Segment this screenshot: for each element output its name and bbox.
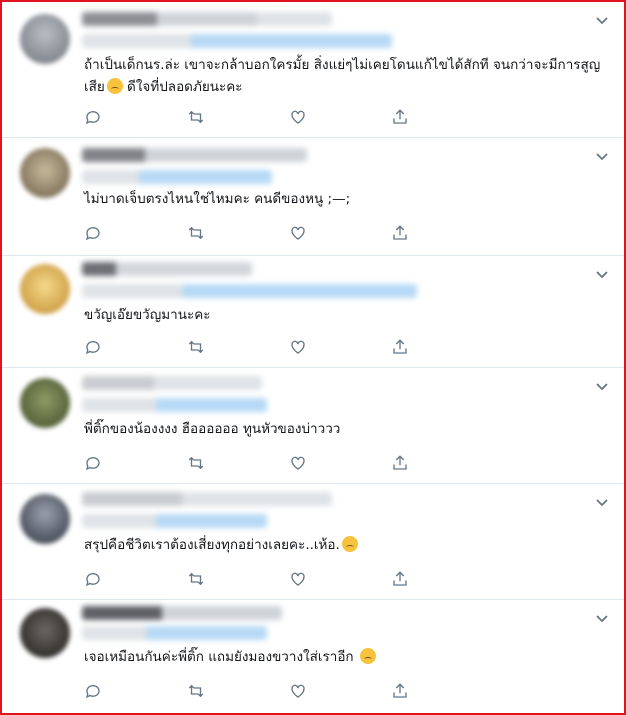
smirk-emoji-icon <box>359 648 376 664</box>
blurred-reply-to[interactable] <box>82 398 267 412</box>
tweet-actions <box>82 222 422 244</box>
tweet-6[interactable]: เจอเหมือนกันค่ะพี่ติ๊ก แถมยังมองขวางใส่เ… <box>2 600 624 713</box>
blurred-username[interactable] <box>82 606 282 620</box>
tweet-4[interactable]: พี่ติ๊กของน้องงงง ฮืออออออ ทูนหัวของบ่าว… <box>2 368 624 484</box>
tweet-1[interactable]: ถ้าเป็นเด็กนร.ล่ะ เขาจะกล้าบอกใครมั้ย สิ… <box>2 2 624 138</box>
reply-feed: ถ้าเป็นเด็กนร.ล่ะ เขาจะกล้าบอกใครมั้ย สิ… <box>2 2 624 713</box>
chevron-down-icon[interactable] <box>594 494 610 507</box>
reply-icon[interactable] <box>82 452 104 474</box>
blurred-username[interactable] <box>82 492 332 506</box>
tweet-text: ถ้าเป็นเด็กนร.ล่ะ เขาจะกล้าบอกใครมั้ย สิ… <box>84 54 606 98</box>
blurred-reply-to[interactable] <box>82 626 267 640</box>
sad-emoji-icon <box>341 536 358 552</box>
share-icon[interactable] <box>389 680 411 702</box>
tweet-3[interactable]: ขวัญเอ๊ยขวัญมานะคะ <box>2 256 624 368</box>
heart-icon[interactable] <box>287 336 309 358</box>
avatar[interactable] <box>20 14 70 64</box>
reply-icon[interactable] <box>82 222 104 244</box>
tweet-text-main: ไม่บาดเจ็บตรงไหนใช่ไหมคะ คนดีของหนู ;—; <box>84 191 351 207</box>
tweet-text-tail: ดีใจที่ปลอดภัยนะคะ <box>122 79 243 95</box>
avatar[interactable] <box>20 148 70 198</box>
tweet-text: เจอเหมือนกันค่ะพี่ติ๊ก แถมยังมองขวางใส่เ… <box>84 646 606 668</box>
retweet-icon[interactable] <box>185 222 207 244</box>
heart-icon[interactable] <box>287 568 309 590</box>
avatar[interactable] <box>20 264 70 314</box>
share-icon[interactable] <box>389 106 411 128</box>
tweet-actions <box>82 452 422 474</box>
tweet-text: พี่ติ๊กของน้องงงง ฮืออออออ ทูนหัวของบ่าว… <box>84 418 606 440</box>
chevron-down-icon[interactable] <box>594 266 610 279</box>
chevron-down-icon[interactable] <box>594 378 610 391</box>
tweet-text-main: สรุปคือชีวิตเราต้องเสี่ยงทุกอย่างเลยคะ..… <box>84 537 340 553</box>
blurred-reply-to[interactable] <box>82 514 267 528</box>
tweet-text-main: เจอเหมือนกันค่ะพี่ติ๊ก แถมยังมองขวางใส่เ… <box>84 649 354 665</box>
reply-icon[interactable] <box>82 680 104 702</box>
avatar[interactable] <box>20 608 70 658</box>
blurred-reply-to[interactable] <box>82 284 417 298</box>
tweet-text-main: พี่ติ๊กของน้องงงง ฮืออออออ ทูนหัวของบ่าว… <box>84 421 341 437</box>
retweet-icon[interactable] <box>185 680 207 702</box>
share-icon[interactable] <box>389 452 411 474</box>
reply-icon[interactable] <box>82 336 104 358</box>
reply-icon[interactable] <box>82 106 104 128</box>
tweet-actions <box>82 680 422 702</box>
tweet-5[interactable]: สรุปคือชีวิตเราต้องเสี่ยงทุกอย่างเลยคะ..… <box>2 484 624 600</box>
chevron-down-icon[interactable] <box>594 610 610 623</box>
tweet-text: ไม่บาดเจ็บตรงไหนใช่ไหมคะ คนดีของหนู ;—; <box>84 188 606 210</box>
tweet-text: ขวัญเอ๊ยขวัญมานะคะ <box>84 304 606 326</box>
tweet-text-main: ขวัญเอ๊ยขวัญมานะคะ <box>84 307 211 323</box>
blurred-username[interactable] <box>82 12 332 26</box>
retweet-icon[interactable] <box>185 106 207 128</box>
sad-emoji-icon <box>106 78 123 94</box>
chevron-down-icon[interactable] <box>594 12 610 25</box>
share-icon[interactable] <box>389 568 411 590</box>
heart-icon[interactable] <box>287 106 309 128</box>
heart-icon[interactable] <box>287 680 309 702</box>
blurred-username[interactable] <box>82 148 307 162</box>
tweet-text: สรุปคือชีวิตเราต้องเสี่ยงทุกอย่างเลยคะ..… <box>84 534 606 556</box>
avatar[interactable] <box>20 494 70 544</box>
tweet-actions <box>82 568 422 590</box>
retweet-icon[interactable] <box>185 568 207 590</box>
blurred-reply-to[interactable] <box>82 34 392 48</box>
share-icon[interactable] <box>389 336 411 358</box>
chevron-down-icon[interactable] <box>594 148 610 161</box>
blurred-username[interactable] <box>82 262 252 276</box>
avatar[interactable] <box>20 378 70 428</box>
tweet-actions <box>82 336 422 358</box>
heart-icon[interactable] <box>287 222 309 244</box>
reply-icon[interactable] <box>82 568 104 590</box>
share-icon[interactable] <box>389 222 411 244</box>
blurred-username[interactable] <box>82 376 262 390</box>
retweet-icon[interactable] <box>185 336 207 358</box>
tweet-2[interactable]: ไม่บาดเจ็บตรงไหนใช่ไหมคะ คนดีของหนู ;—; <box>2 138 624 256</box>
heart-icon[interactable] <box>287 452 309 474</box>
blurred-reply-to[interactable] <box>82 170 272 184</box>
retweet-icon[interactable] <box>185 452 207 474</box>
tweet-actions <box>82 106 422 128</box>
